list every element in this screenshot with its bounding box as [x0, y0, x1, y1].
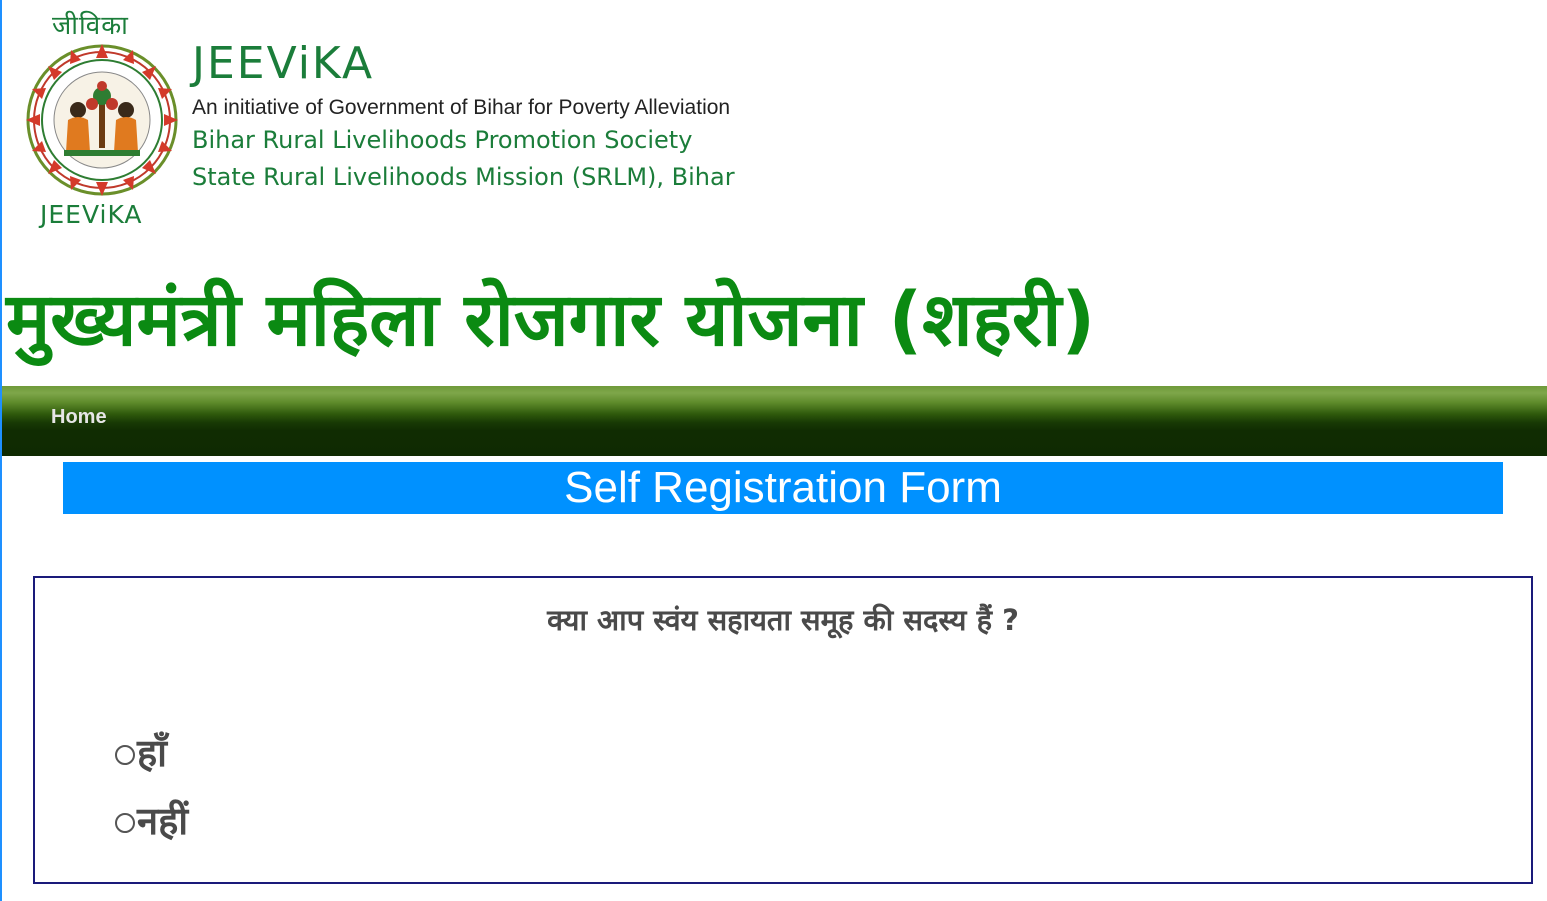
form-title: Self Registration Form: [564, 463, 1002, 512]
shg-question-panel: क्या आप स्वंय सहायता समूह की सदस्य हैं ?…: [33, 576, 1533, 884]
org-name-line-2: State Rural Livelihoods Mission (SRLM), …: [192, 163, 735, 191]
scheme-title: मुख्यमंत्री महिला रोजगार योजना (शहरी): [6, 277, 1096, 363]
option-no[interactable]: नहीं: [115, 796, 188, 846]
form-title-bar: Self Registration Form: [63, 462, 1503, 514]
shg-member-question: क्या आप स्वंय सहायता समूह की सदस्य हैं ?: [547, 603, 1019, 637]
option-yes-label: हाँ: [137, 731, 168, 775]
logo-hindi-text: जीविका: [52, 11, 129, 41]
org-name-line-1: Bihar Rural Livelihoods Promotion Societ…: [192, 126, 693, 154]
site-header: जीविका JEEViKA JEEViKA An initiative of …: [2, 0, 1547, 260]
radio-no[interactable]: [115, 813, 135, 833]
logo-caption: JEEViKA: [40, 200, 143, 229]
jeevika-logo-icon: [26, 44, 178, 196]
radio-yes[interactable]: [115, 745, 135, 765]
brand-tagline: An initiative of Government of Bihar for…: [192, 96, 731, 119]
nav-home-link[interactable]: Home: [51, 406, 107, 429]
option-yes[interactable]: हाँ: [115, 728, 167, 778]
brand-name: JEEViKA: [192, 38, 375, 89]
main-nav-bar: Home: [2, 386, 1547, 456]
option-no-label: नहीं: [137, 799, 189, 843]
